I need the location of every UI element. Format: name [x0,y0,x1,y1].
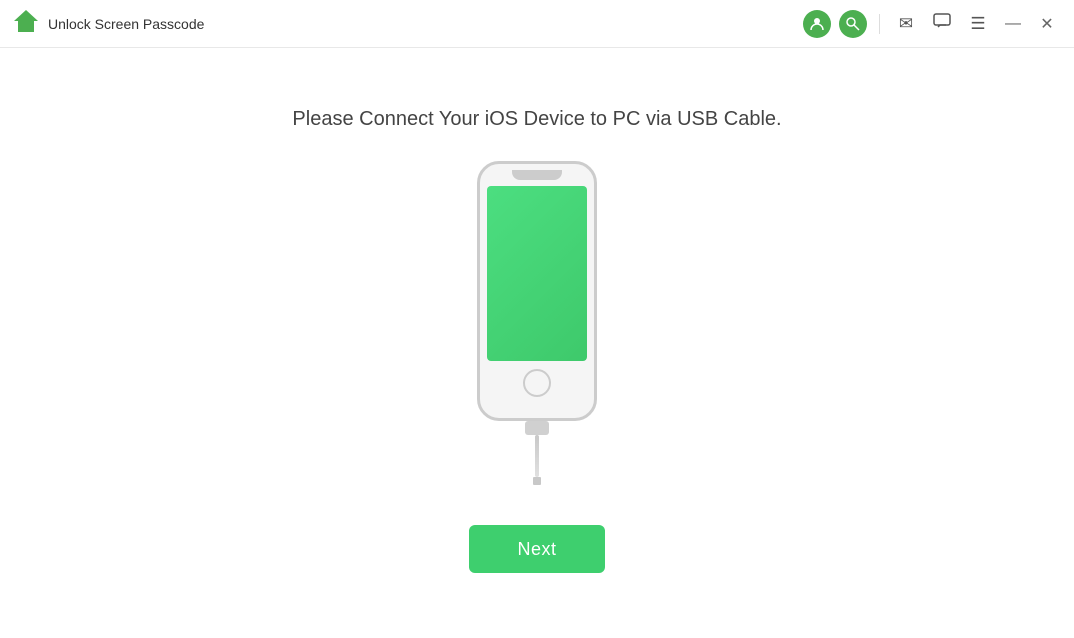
phone-illustration [477,161,597,485]
divider [879,14,880,34]
phone-notch [512,170,562,180]
cable-line [535,435,539,477]
mail-icon: ✉ [899,14,913,34]
minimize-button[interactable]: — [998,9,1028,39]
phone-home-button [523,369,551,397]
close-button[interactable]: ✕ [1032,9,1062,39]
titlebar-actions: ✉ ☰ — ✕ [801,8,1062,40]
chat-button[interactable] [926,8,958,40]
next-button[interactable]: Next [469,525,605,573]
usb-cable [525,421,549,485]
minimize-icon: — [1005,15,1021,33]
user-profile-button[interactable] [801,8,833,40]
titlebar: Unlock Screen Passcode ✉ [0,0,1074,48]
cable-tip [533,477,541,485]
main-content: Please Connect Your iOS Device to PC via… [0,48,1074,638]
cable-connector [525,421,549,435]
app-logo [12,7,40,40]
menu-button[interactable]: ☰ [962,8,994,40]
user-icon [803,10,831,38]
close-icon: ✕ [1040,14,1053,34]
app-title: Unlock Screen Passcode [48,16,801,32]
chat-icon [933,13,951,34]
menu-icon: ☰ [970,14,985,34]
connection-instruction: Please Connect Your iOS Device to PC via… [292,108,781,131]
mail-button[interactable]: ✉ [890,8,922,40]
music-icon [839,10,867,38]
phone-body [477,161,597,421]
music-search-button[interactable] [837,8,869,40]
phone-screen [487,186,587,361]
